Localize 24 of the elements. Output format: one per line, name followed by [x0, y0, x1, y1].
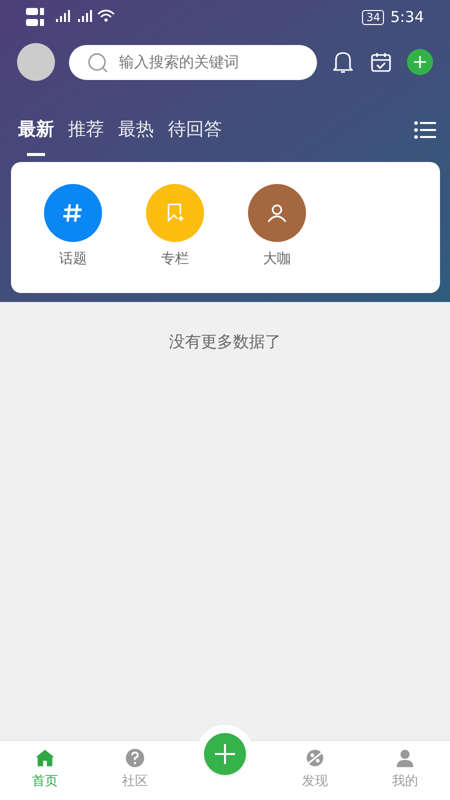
search-icon [87, 52, 109, 74]
profile-icon [394, 747, 416, 769]
question-icon [124, 747, 146, 769]
tab[interactable]: 最新 [18, 118, 54, 156]
search-field[interactable]: 输入搜索的关键词 [69, 44, 317, 80]
battery-icon: 34 [362, 10, 384, 24]
category-label: 大咖 [263, 250, 291, 269]
create-button[interactable] [204, 733, 246, 775]
planet-icon [304, 747, 326, 769]
clock: 5:34 [390, 6, 424, 28]
tab[interactable]: 最热 [118, 118, 154, 156]
home-icon [34, 747, 56, 769]
plus-icon [215, 744, 235, 764]
plus-icon [414, 56, 426, 68]
avatar[interactable] [17, 43, 55, 81]
category-label: 专栏 [161, 250, 189, 269]
tab[interactable]: 推荐 [68, 118, 104, 156]
calendar-icon[interactable] [370, 51, 392, 73]
list-menu-icon[interactable] [414, 121, 436, 139]
category-label: 话题 [59, 250, 87, 269]
tab[interactable]: 待回答 [168, 118, 222, 156]
notification-icon[interactable] [332, 50, 354, 74]
empty-message: 没有更多数据了 [168, 331, 282, 353]
add-button[interactable] [407, 49, 433, 75]
